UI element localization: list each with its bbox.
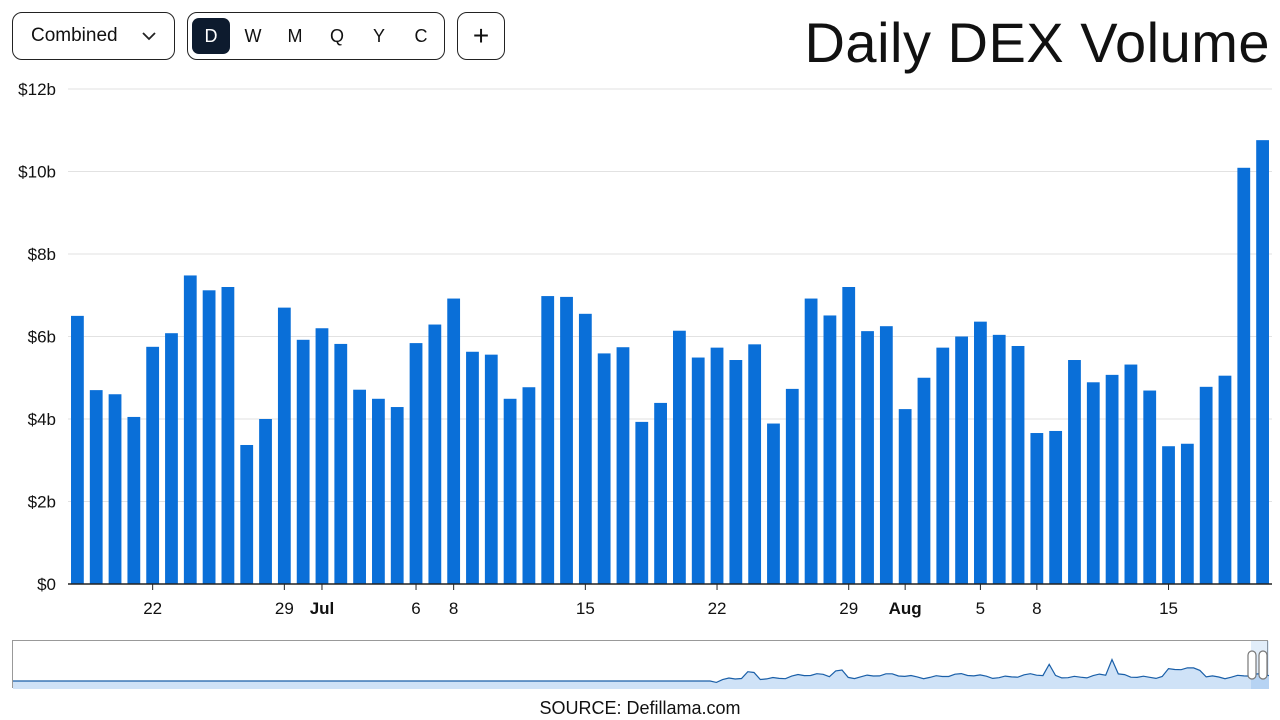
bar xyxy=(974,321,987,584)
bar xyxy=(165,333,178,584)
bar xyxy=(428,324,442,584)
bar xyxy=(673,330,686,584)
bar xyxy=(466,351,479,584)
bar xyxy=(541,296,555,584)
y-tick-label: $2b xyxy=(28,493,56,512)
bar xyxy=(89,390,103,584)
bar xyxy=(691,357,705,584)
brush-handle-left[interactable] xyxy=(1247,650,1257,680)
bar xyxy=(1086,382,1100,584)
bar xyxy=(503,398,517,584)
bar xyxy=(146,346,160,584)
bar xyxy=(296,339,310,584)
bar xyxy=(955,336,968,584)
bar-chart: $0 $2b $4b $6b $8b $10b $12b 22 29 Jul 6 8 15 22 29 Aug… xyxy=(18,80,1272,618)
bar xyxy=(560,296,573,584)
bar xyxy=(635,421,649,584)
bar xyxy=(315,328,329,584)
bar xyxy=(823,315,837,584)
bar xyxy=(992,334,1006,584)
bar xyxy=(1105,374,1119,584)
x-tick-label: 15 xyxy=(1159,599,1178,618)
bar xyxy=(1180,443,1194,584)
bar xyxy=(334,343,348,584)
bar xyxy=(409,343,423,584)
bar xyxy=(1049,430,1063,584)
range-brush[interactable] xyxy=(12,640,1270,689)
bar xyxy=(616,347,630,584)
bar xyxy=(108,394,122,584)
bar xyxy=(127,416,141,584)
bar xyxy=(710,347,724,584)
x-tick-label: 5 xyxy=(976,599,985,618)
x-tick-label: 22 xyxy=(708,599,727,618)
bar xyxy=(654,402,667,584)
brush-handle-right[interactable] xyxy=(1258,650,1268,680)
y-tick-label: $10b xyxy=(18,163,56,182)
bar xyxy=(785,388,799,584)
y-tick-label: $6b xyxy=(28,328,56,347)
bar xyxy=(221,287,235,584)
y-tick-label: $4b xyxy=(28,410,56,429)
bar xyxy=(729,360,743,584)
bar xyxy=(484,354,498,584)
x-tick-label: 6 xyxy=(411,599,420,618)
bar xyxy=(597,353,611,584)
bar xyxy=(1199,386,1213,584)
bar xyxy=(898,409,912,584)
bar xyxy=(1011,345,1025,584)
bar xyxy=(522,387,536,584)
source-caption: SOURCE: Defillama.com xyxy=(539,698,741,718)
bar xyxy=(240,444,254,584)
brush-overview xyxy=(13,641,1270,689)
bar xyxy=(879,326,893,584)
bar xyxy=(1162,446,1175,584)
bar xyxy=(1256,140,1269,584)
bar xyxy=(767,423,780,584)
y-tick-label: $8b xyxy=(28,245,56,264)
bar xyxy=(353,389,366,584)
x-tick-label: 29 xyxy=(839,599,858,618)
bar xyxy=(372,398,385,584)
bar xyxy=(259,419,272,584)
bar xyxy=(1218,375,1232,584)
bar xyxy=(861,331,874,584)
y-tick-label: $12b xyxy=(18,80,56,99)
bar xyxy=(804,298,818,584)
x-tick-label: 15 xyxy=(576,599,595,618)
y-tick-label: $0 xyxy=(37,575,56,594)
bar xyxy=(578,313,592,584)
bar xyxy=(202,290,216,584)
x-tick-label: 8 xyxy=(449,599,458,618)
x-tick-label: Jul xyxy=(310,599,335,618)
bar xyxy=(1068,360,1081,584)
bar xyxy=(1124,364,1138,584)
bar xyxy=(183,275,197,584)
bar xyxy=(1237,167,1251,584)
x-tick-label: 29 xyxy=(275,599,294,618)
bar xyxy=(447,298,461,584)
x-tick-label: Aug xyxy=(889,599,922,618)
bar xyxy=(748,344,762,584)
x-tick-label: 8 xyxy=(1032,599,1041,618)
bar xyxy=(390,407,404,584)
brush-area xyxy=(13,659,1269,689)
bar xyxy=(842,287,856,584)
bar xyxy=(917,377,931,584)
bar xyxy=(1030,433,1044,584)
bar xyxy=(71,315,84,584)
bar xyxy=(277,307,291,584)
bar xyxy=(1143,390,1157,584)
bar xyxy=(936,347,950,584)
x-tick-label: 22 xyxy=(143,599,162,618)
